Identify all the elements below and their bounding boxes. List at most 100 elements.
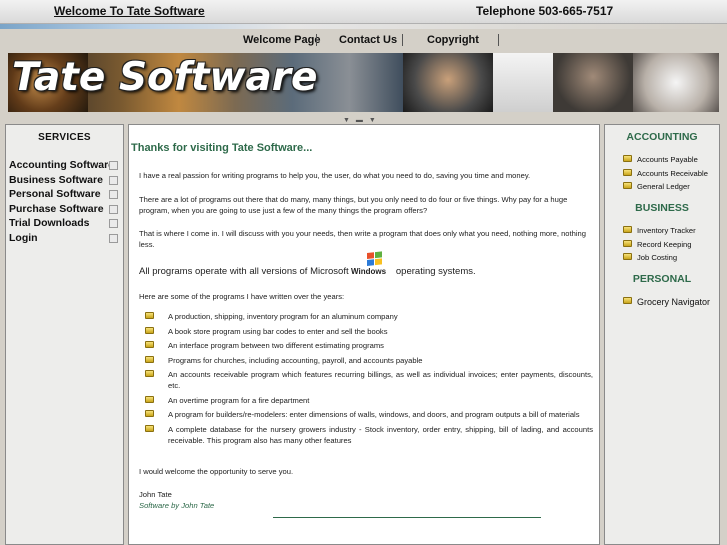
link-label[interactable]: Job Costing	[637, 253, 677, 262]
nav-welcome-page[interactable]: Welcome Page	[243, 34, 320, 46]
folder-bullet-icon	[623, 297, 632, 305]
folder-bullet-icon	[623, 155, 632, 162]
program-item: A complete database for the nursery grow…	[145, 424, 593, 446]
windows-text-post: operating systems.	[395, 266, 476, 277]
link-label[interactable]: Grocery Navigator	[637, 297, 710, 307]
nav-contact-us[interactable]: Contact Us	[339, 34, 397, 46]
link-label[interactable]: Inventory Tracker	[637, 226, 696, 235]
checkbox-icon	[109, 175, 118, 185]
accounting-list: Accounts Payable Accounts Receivable Gen…	[623, 155, 719, 196]
link-general-ledger[interactable]: General Ledger	[623, 182, 719, 196]
folder-bullet-icon	[623, 168, 632, 176]
program-text: A program for builders/re-modelers: ente…	[168, 410, 580, 419]
folder-bullet-icon	[623, 239, 632, 247]
windows-text-pre: All programs operate with all versions o…	[139, 266, 349, 277]
nav-separator	[402, 34, 403, 46]
folder-bullet-icon	[145, 410, 154, 417]
welcome-link[interactable]: Welcome To Tate Software	[54, 4, 205, 18]
svg-text:Windows: Windows	[351, 267, 387, 275]
services-title: SERVICES	[38, 132, 91, 143]
value-paragraph: There are a lot of programs out there th…	[139, 195, 568, 215]
program-item: A program for builders/re-modelers: ente…	[145, 409, 593, 420]
accounting-heading: ACCOUNTING	[626, 131, 698, 143]
checkbox-icon	[109, 190, 118, 199]
phone-number: Telephone 503-665-7517	[476, 4, 614, 18]
service-business-software[interactable]: Business Software	[6, 174, 123, 189]
banner-title: Tate Software	[12, 55, 318, 100]
program-item: Programs for churches, including account…	[145, 355, 593, 366]
banner-photo	[553, 53, 633, 112]
folder-bullet-icon	[145, 424, 154, 432]
checkbox-icon	[109, 161, 118, 170]
link-job-costing[interactable]: Job Costing	[623, 253, 719, 267]
approach-paragraph: That is where I come in. I will discuss …	[139, 229, 587, 249]
program-text: An overtime program for a fire departmen…	[168, 395, 310, 405]
folder-bullet-icon	[145, 341, 154, 348]
service-label[interactable]: Accounting Software	[9, 159, 114, 171]
top-bar: Welcome To Tate Software Telephone 503-6…	[0, 0, 727, 24]
folder-bullet-icon	[145, 395, 154, 403]
divider	[273, 517, 541, 518]
program-text: A book store program using bar codes to …	[168, 326, 388, 336]
windows-logo-icon: Windows	[351, 251, 391, 276]
service-label[interactable]: Purchase Software	[9, 203, 104, 215]
service-login[interactable]: Login	[6, 232, 123, 247]
collapse-handle-icon[interactable]: ▼ ▬ ▼	[343, 117, 378, 124]
closing-line: I would welcome the opportunity to serve…	[139, 467, 294, 476]
program-item: A book store program using bar codes to …	[145, 326, 593, 337]
personal-list: Grocery Navigator	[623, 297, 719, 311]
banner-photo	[403, 53, 493, 112]
service-accounting-software[interactable]: Accounting Software	[6, 159, 123, 174]
checkbox-icon	[109, 204, 118, 214]
program-text: An accounts receivable program which fea…	[168, 370, 593, 390]
folder-bullet-icon	[623, 226, 632, 234]
business-list: Inventory Tracker Record Keeping Job Cos…	[623, 226, 719, 267]
signature-name: John Tate	[139, 490, 172, 499]
link-label[interactable]: General Ledger	[637, 182, 690, 191]
checkbox-icon	[109, 219, 118, 228]
products-panel: ACCOUNTING Accounts Payable Accounts Rec…	[604, 124, 720, 545]
link-inventory-tracker[interactable]: Inventory Tracker	[623, 226, 719, 240]
link-accounts-payable[interactable]: Accounts Payable	[623, 155, 719, 169]
nav-separator	[498, 34, 499, 46]
folder-bullet-icon	[623, 182, 632, 190]
program-item: An interface program between two differe…	[145, 340, 593, 351]
main-content: Thanks for visiting Tate Software... I h…	[128, 124, 600, 545]
program-item: A production, shipping, inventory progra…	[145, 311, 593, 322]
personal-heading: PERSONAL	[632, 273, 692, 286]
service-label[interactable]: Login	[9, 232, 38, 244]
programs-list: A production, shipping, inventory progra…	[145, 311, 593, 449]
program-item: An accounts receivable program which fea…	[145, 369, 593, 391]
header-banner: Tate Software	[8, 53, 719, 112]
banner-photo	[633, 53, 719, 112]
folder-bullet-icon	[145, 355, 154, 363]
service-trial-downloads[interactable]: Trial Downloads	[6, 217, 123, 232]
services-panel: SERVICES Accounting Software Business So…	[5, 124, 124, 545]
service-personal-software[interactable]: Personal Software	[6, 188, 123, 203]
service-label[interactable]: Personal Software	[9, 188, 101, 200]
link-grocery-navigator[interactable]: Grocery Navigator	[623, 297, 719, 311]
folder-bullet-icon	[145, 326, 154, 334]
services-list: Accounting Software Business Software Pe…	[6, 159, 123, 246]
intro-paragraph: I have a real passion for writing progra…	[139, 171, 531, 180]
page-heading: Thanks for visiting Tate Software...	[131, 142, 313, 154]
nav-copyright[interactable]: Copyright	[427, 34, 479, 46]
folder-bullet-icon	[623, 253, 632, 261]
program-text: A production, shipping, inventory progra…	[168, 312, 398, 321]
program-text: Programs for churches, including account…	[168, 355, 423, 365]
service-purchase-software[interactable]: Purchase Software	[6, 203, 123, 218]
folder-bullet-icon	[145, 312, 154, 319]
link-label[interactable]: Record Keeping	[637, 240, 691, 249]
service-label[interactable]: Business Software	[9, 174, 103, 186]
service-label[interactable]: Trial Downloads	[9, 217, 90, 229]
link-record-keeping[interactable]: Record Keeping	[623, 239, 719, 254]
nav-separator	[316, 34, 317, 46]
link-label[interactable]: Accounts Receivable	[637, 169, 708, 178]
nav-bar: Welcome Page Contact Us Copyright	[0, 29, 727, 51]
link-label[interactable]: Accounts Payable	[637, 155, 698, 164]
banner-photo	[493, 53, 553, 112]
program-text: An interface program between two differe…	[168, 341, 384, 350]
link-accounts-receivable[interactable]: Accounts Receivable	[623, 168, 719, 183]
signature-title: Software by John Tate	[139, 501, 215, 510]
program-item: An overtime program for a fire departmen…	[145, 395, 593, 406]
